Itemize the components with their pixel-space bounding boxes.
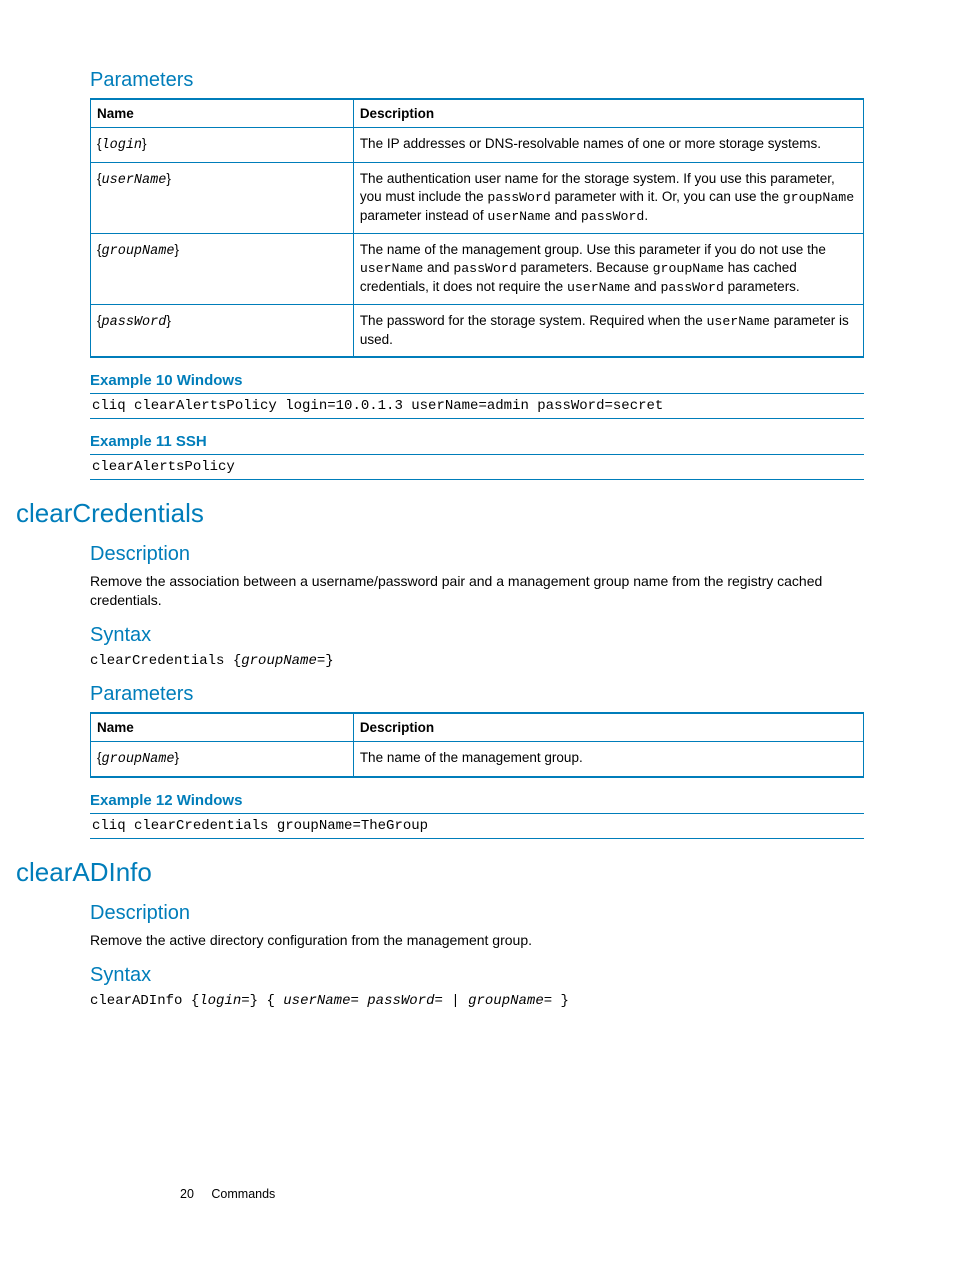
description-body-1: Remove the association between a usernam… xyxy=(90,572,864,610)
text-fragment: } xyxy=(561,993,569,1009)
text-fragment: groupName= xyxy=(241,653,325,669)
text-fragment: passWord xyxy=(581,209,644,224)
example-10-heading: Example 10 Windows xyxy=(90,372,864,389)
text-fragment: clearADInfo xyxy=(90,993,191,1009)
text-fragment: } xyxy=(174,750,179,765)
text-fragment: and xyxy=(630,279,660,294)
footer-section: Commands xyxy=(211,1187,275,1201)
param-name-cell: {userName} xyxy=(91,163,354,234)
text-fragment: groupName xyxy=(653,261,724,276)
text-fragment: parameters. Because xyxy=(517,260,653,275)
param-desc-cell: The password for the storage system. Req… xyxy=(353,305,863,358)
text-fragment: } { xyxy=(250,993,284,1009)
text-fragment: parameter instead of xyxy=(360,208,488,223)
text-fragment: login xyxy=(102,138,143,153)
example-11-code: clearAlertsPolicy xyxy=(90,454,864,480)
table-header-row: Name Description xyxy=(91,713,864,742)
parameters-table-1: Name Description {login} The IP addresses… xyxy=(90,98,864,358)
param-desc-cell: The name of the management group. xyxy=(353,741,863,777)
text-fragment: passWord xyxy=(102,315,167,330)
param-name-cell: {groupName} xyxy=(91,234,354,305)
text-fragment: } xyxy=(166,313,171,328)
param-name-cell: {passWord} xyxy=(91,305,354,358)
text-fragment: The IP addresses or DNS-resolvable names… xyxy=(360,136,821,151)
text-fragment: parameters. xyxy=(724,279,800,294)
page-footer: 20 Commands xyxy=(180,1187,275,1201)
table-row: {groupName} The name of the management gr… xyxy=(91,234,864,305)
text-fragment: userName xyxy=(102,173,167,188)
text-fragment: userName xyxy=(487,209,550,224)
text-fragment: parameter with it. Or, you can use the xyxy=(551,189,783,204)
col-description: Description xyxy=(353,99,863,128)
param-name-cell: {login} xyxy=(91,128,354,163)
description-body-2: Remove the active directory configuratio… xyxy=(90,931,864,950)
table-row: {passWord} The password for the storage s… xyxy=(91,305,864,358)
example-10-code: cliq clearAlertsPolicy login=10.0.1.3 us… xyxy=(90,393,864,419)
description-heading-2: Description xyxy=(90,902,864,925)
syntax-heading-1: Syntax xyxy=(90,624,864,647)
text-fragment: { xyxy=(191,993,199,1009)
text-fragment: passWord xyxy=(660,280,723,295)
text-fragment: | xyxy=(451,993,459,1009)
text-fragment: passWord xyxy=(453,261,516,276)
text-fragment: The name of the management group. Use th… xyxy=(360,242,826,257)
table-row: {login} The IP addresses or DNS-resolvabl… xyxy=(91,128,864,163)
parameters-heading-2: Parameters xyxy=(90,683,864,706)
text-fragment: groupName xyxy=(783,190,854,205)
example-12-code: cliq clearCredentials groupName=TheGroup xyxy=(90,813,864,839)
example-11-heading: Example 11 SSH xyxy=(90,433,864,450)
text-fragment: } xyxy=(142,136,147,151)
table-row: {groupName} The name of the management gr… xyxy=(91,741,864,777)
text-fragment: userName xyxy=(707,314,770,329)
clearadinfo-heading: clearADInfo xyxy=(16,857,864,888)
syntax-heading-2: Syntax xyxy=(90,964,864,987)
text-fragment: } xyxy=(174,242,179,257)
text-fragment: userName xyxy=(360,261,423,276)
text-fragment: The name of the management group. xyxy=(360,750,583,765)
text-fragment: and xyxy=(423,260,453,275)
text-fragment: groupName= xyxy=(460,993,561,1009)
text-fragment: } xyxy=(325,653,333,669)
page-number: 20 xyxy=(180,1187,194,1201)
text-fragment: login= xyxy=(199,993,249,1009)
text-fragment: . xyxy=(644,208,648,223)
example-12-heading: Example 12 Windows xyxy=(90,792,864,809)
description-heading-1: Description xyxy=(90,543,864,566)
param-desc-cell: The authentication user name for the sto… xyxy=(353,163,863,234)
text-fragment: { xyxy=(233,653,241,669)
text-fragment: passWord xyxy=(487,190,550,205)
param-name-cell: {groupName} xyxy=(91,741,354,777)
text-fragment: The password for the storage system. Req… xyxy=(360,313,707,328)
col-name: Name xyxy=(91,99,354,128)
text-fragment: } xyxy=(166,171,171,186)
text-fragment: groupName xyxy=(102,244,175,259)
table-row: {userName}The authentication user name f… xyxy=(91,163,864,234)
parameters-heading-1: Parameters xyxy=(90,69,864,92)
param-desc-cell: The IP addresses or DNS-resolvable names… xyxy=(353,128,863,163)
text-fragment: clearCredentials xyxy=(90,653,233,669)
clearcredentials-heading: clearCredentials xyxy=(16,498,864,529)
text-fragment: userName= passWord= xyxy=(283,993,451,1009)
col-description: Description xyxy=(353,713,863,742)
col-name: Name xyxy=(91,713,354,742)
syntax-line-2: clearADInfo {login=} { userName= passWor… xyxy=(90,993,864,1009)
syntax-line-1: clearCredentials {groupName=} xyxy=(90,653,864,669)
text-fragment: and xyxy=(551,208,581,223)
text-fragment: userName xyxy=(567,280,630,295)
param-desc-cell: The name of the management group. Use th… xyxy=(353,234,863,305)
text-fragment: groupName xyxy=(102,752,175,767)
table-header-row: Name Description xyxy=(91,99,864,128)
parameters-table-2: Name Description {groupName} The name of … xyxy=(90,712,864,778)
